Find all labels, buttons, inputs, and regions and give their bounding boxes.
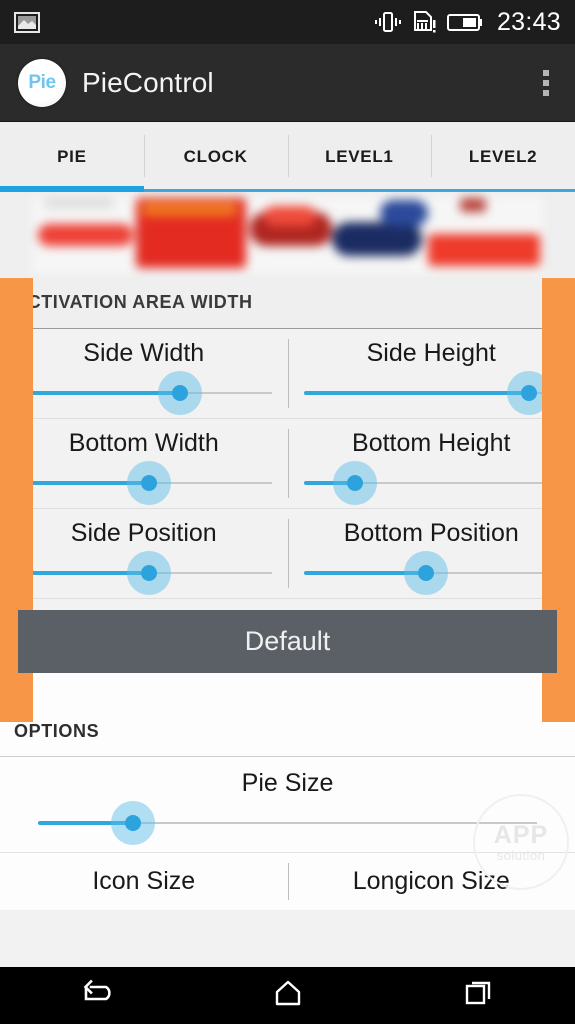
- recents-button[interactable]: [383, 967, 575, 1024]
- slider-bottom-position[interactable]: [296, 551, 568, 595]
- section-header-options: OPTIONS: [0, 707, 575, 757]
- slider-thumb[interactable]: [127, 461, 172, 505]
- action-bar: Pie PieControl: [0, 44, 575, 122]
- slider-side-width[interactable]: [8, 371, 280, 415]
- slider-thumb[interactable]: [110, 801, 155, 845]
- recents-icon: [464, 978, 494, 1013]
- pref-row: Icon Size Longicon Size: [0, 853, 575, 910]
- vibrate-icon: [373, 11, 403, 33]
- slider-side-height[interactable]: [296, 371, 568, 415]
- slider-thumb[interactable]: [157, 371, 202, 415]
- status-bar-clock: 23:43: [496, 7, 561, 36]
- tab-bar: PIE CLOCK LEVEL1 LEVEL2: [0, 122, 575, 192]
- section-header-label: ACTIVATION AREA WIDTH: [14, 292, 253, 312]
- status-bar: 23:43: [0, 0, 575, 44]
- section-header-activation-area-width: ACTIVATION AREA WIDTH: [0, 277, 575, 329]
- pref-row: Bottom Width Bottom Height: [0, 419, 575, 509]
- pref-bottom-position: Bottom Position: [287, 509, 575, 598]
- pref-side-height: Side Height: [287, 329, 575, 418]
- tab-pie[interactable]: PIE: [0, 122, 144, 192]
- spacer: [0, 673, 575, 707]
- home-button[interactable]: [192, 967, 384, 1024]
- tab-level1-label: LEVEL1: [325, 147, 394, 166]
- tab-pie-label: PIE: [57, 147, 87, 166]
- slider-thumb[interactable]: [127, 551, 172, 595]
- pref-side-position: Side Position: [0, 509, 288, 598]
- tab-level1[interactable]: LEVEL1: [287, 122, 432, 192]
- pref-longicon-size: Longicon Size: [287, 853, 575, 910]
- pref-label: Bottom Height: [352, 429, 511, 457]
- pref-label: Side Width: [83, 339, 205, 367]
- slider-thumb[interactable]: [404, 551, 449, 595]
- pref-row: Pie Size: [0, 757, 575, 853]
- tab-level2-label: LEVEL2: [468, 147, 538, 166]
- pref-label: Pie Size: [241, 769, 334, 797]
- slider-bottom-width[interactable]: [8, 461, 280, 505]
- slider-thumb[interactable]: [332, 461, 377, 505]
- pref-label: Side Height: [366, 339, 496, 367]
- pref-pie-size: Pie Size: [0, 757, 575, 852]
- back-icon: [79, 978, 113, 1013]
- back-button[interactable]: [0, 967, 192, 1024]
- pref-label: Side Position: [70, 519, 217, 547]
- status-bar-notifications: [14, 11, 40, 33]
- sim-card-warning-icon: [413, 11, 437, 33]
- ad-banner[interactable]: [0, 192, 575, 277]
- slider-fill: [303, 391, 529, 395]
- pref-row: Side Width Side Height: [0, 329, 575, 419]
- app-icon: Pie: [18, 58, 66, 107]
- pref-row: Side Position Bottom Position: [0, 509, 575, 599]
- navigation-bar: [0, 967, 575, 1024]
- app-icon-label: Pie: [28, 71, 56, 93]
- default-button-container: Default: [0, 599, 575, 673]
- pref-side-width: Side Width: [0, 329, 288, 418]
- pref-bottom-height: Bottom Height: [287, 419, 575, 508]
- status-bar-system-icons: 23:43: [373, 8, 561, 37]
- slider-pie-size[interactable]: [8, 801, 567, 845]
- default-button[interactable]: Default: [18, 610, 557, 673]
- home-icon: [273, 978, 303, 1013]
- default-button-label: Default: [244, 626, 331, 656]
- phone-screen: 23:43 Pie PieControl PIE CLOCK LEVEL1 LE…: [0, 0, 575, 1024]
- battery-icon: [446, 13, 483, 32]
- settings-content: ACTIVATION AREA WIDTH Side Width Side He…: [0, 277, 575, 967]
- pref-label: Longicon Size: [352, 867, 510, 895]
- overflow-menu-icon[interactable]: [535, 60, 557, 106]
- image-icon: [14, 11, 40, 33]
- slider-bottom-height[interactable]: [296, 461, 568, 505]
- pref-label: Icon Size: [92, 867, 196, 895]
- pref-label: Bottom Position: [343, 519, 519, 547]
- slider-fill: [16, 391, 180, 395]
- ad-banner-image: [32, 196, 543, 274]
- tab-clock-label: CLOCK: [183, 147, 248, 166]
- tab-level2[interactable]: LEVEL2: [431, 122, 575, 192]
- tab-clock[interactable]: CLOCK: [143, 122, 288, 192]
- pref-icon-size: Icon Size: [0, 853, 288, 910]
- pref-bottom-width: Bottom Width: [0, 419, 288, 508]
- section-header-label: OPTIONS: [14, 721, 100, 741]
- pref-label: Bottom Width: [68, 429, 219, 457]
- slider-side-position[interactable]: [8, 551, 280, 595]
- page-title: PieControl: [82, 66, 214, 98]
